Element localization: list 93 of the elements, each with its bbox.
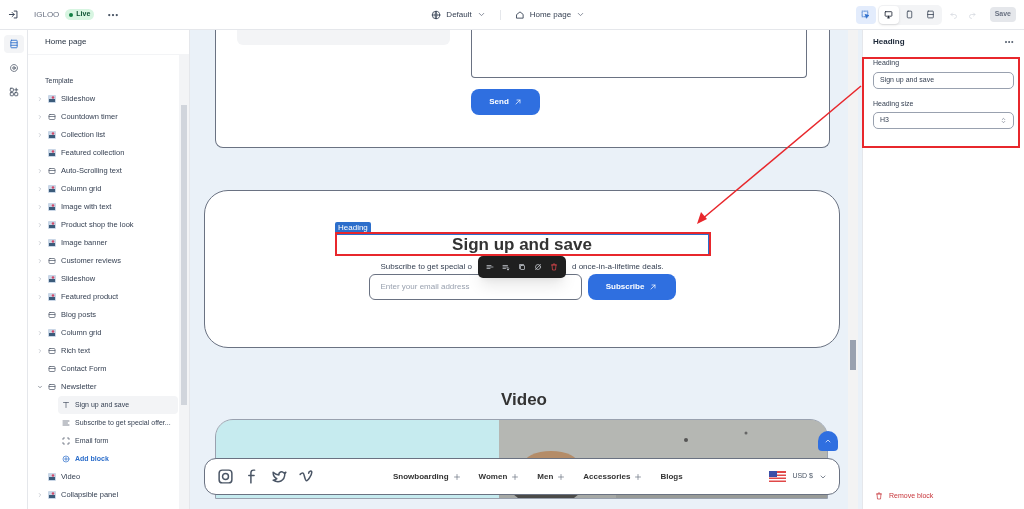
panel-title: Heading — [873, 36, 905, 48]
align-icon — [486, 263, 494, 271]
subtitle-text: Subscribe to get special o — [380, 261, 472, 273]
section-icon — [48, 113, 56, 121]
expand-icon[interactable] — [37, 186, 43, 192]
expand-icon[interactable] — [37, 294, 43, 300]
subscribe-button[interactable]: Subscribe — [587, 274, 676, 300]
plus-icon — [511, 472, 520, 481]
section-icon — [48, 311, 56, 319]
instagram-icon — [217, 468, 234, 485]
frame-icon — [62, 437, 70, 445]
thumbnail-icon — [48, 149, 56, 157]
add-icon — [62, 455, 70, 463]
social-link[interactable] — [271, 468, 288, 485]
expand-icon[interactable] — [37, 222, 43, 228]
subtitle-text: d once-in-a-lifetime deals. — [572, 261, 664, 273]
sections-icon — [8, 39, 19, 49]
expand-icon[interactable] — [37, 96, 43, 102]
home-icon — [514, 9, 525, 20]
caret-icon — [476, 10, 486, 19]
expand-icon[interactable] — [37, 132, 43, 138]
section-icon — [48, 257, 56, 265]
scrollbar[interactable] — [848, 30, 858, 509]
expand-icon[interactable] — [37, 330, 43, 336]
thumbnail-icon — [48, 293, 56, 301]
nav-link[interactable]: Snowboarding — [393, 470, 461, 483]
expand-icon[interactable] — [37, 492, 43, 498]
chevron-up-icon — [824, 437, 832, 445]
expand-icon[interactable] — [37, 240, 43, 246]
theme-selector[interactable]: Default — [429, 8, 488, 21]
cursor-icon — [861, 10, 871, 19]
scrollbar[interactable] — [179, 55, 189, 509]
section-icon — [48, 347, 56, 355]
panel-title: Home page — [44, 36, 88, 48]
collapse-icon[interactable] — [37, 384, 43, 390]
bird-icon — [271, 468, 288, 485]
section-title: Video — [500, 388, 548, 411]
expand-icon[interactable] — [37, 348, 43, 354]
thumbnail-icon — [48, 131, 56, 139]
duplicate-icon — [518, 263, 526, 271]
expand-icon[interactable] — [37, 276, 43, 282]
thumbnail-icon — [48, 239, 56, 247]
undo-icon — [949, 10, 958, 19]
exit-icon[interactable] — [8, 9, 19, 20]
phone-icon — [905, 10, 915, 19]
expand-icon[interactable] — [37, 204, 43, 210]
thumbnail-icon — [48, 329, 56, 337]
hide-icon — [534, 263, 542, 271]
social-link[interactable] — [217, 468, 234, 485]
trash-icon — [875, 491, 883, 500]
updown-icon — [1000, 117, 1007, 124]
delete-icon — [550, 263, 558, 271]
section-icon — [48, 365, 56, 373]
nav-link[interactable]: Accessories — [583, 470, 643, 483]
layout-icon — [926, 10, 936, 19]
plus-icon — [557, 472, 566, 481]
nav-link[interactable]: Blogs — [660, 470, 683, 483]
expand-icon[interactable] — [37, 168, 43, 174]
nav-link[interactable]: Women — [478, 470, 520, 483]
thumbnail-icon — [48, 491, 56, 499]
section-icon — [48, 383, 56, 391]
inspector-toggle[interactable] — [855, 5, 876, 24]
store-name: IGLOO — [34, 8, 60, 21]
expand-icon[interactable] — [37, 258, 43, 264]
plus-icon — [452, 472, 461, 481]
apps-icon — [8, 87, 19, 97]
arrow-icon — [513, 98, 522, 106]
expand-icon[interactable] — [37, 114, 43, 120]
move-icon — [502, 263, 510, 271]
send-button[interactable]: Send — [471, 89, 540, 115]
thumbnail-icon — [48, 221, 56, 229]
page-selector[interactable]: Home page — [512, 8, 588, 21]
sidebar-tab[interactable] — [3, 35, 24, 53]
plus-icon — [634, 472, 643, 481]
thumbnail-icon — [48, 203, 56, 211]
message-field[interactable] — [471, 30, 807, 78]
redo-icon — [967, 10, 976, 19]
flag-icon — [769, 471, 787, 482]
thumbnail-icon — [48, 275, 56, 283]
preview-size-button[interactable] — [878, 5, 899, 24]
thumbnail-icon — [48, 185, 56, 193]
monitor-icon — [884, 10, 894, 19]
section-icon — [48, 167, 56, 175]
globe-icon — [431, 9, 442, 20]
text-icon — [62, 401, 70, 409]
input-field[interactable] — [237, 30, 450, 45]
paragraph-icon — [62, 419, 70, 427]
caret-icon — [576, 10, 586, 19]
arrow-icon — [649, 283, 658, 291]
thumbnail-icon — [48, 473, 56, 481]
thumbnail-icon — [48, 95, 56, 103]
back-to-top-button[interactable] — [818, 431, 838, 451]
nav-link[interactable]: Men — [537, 470, 566, 483]
